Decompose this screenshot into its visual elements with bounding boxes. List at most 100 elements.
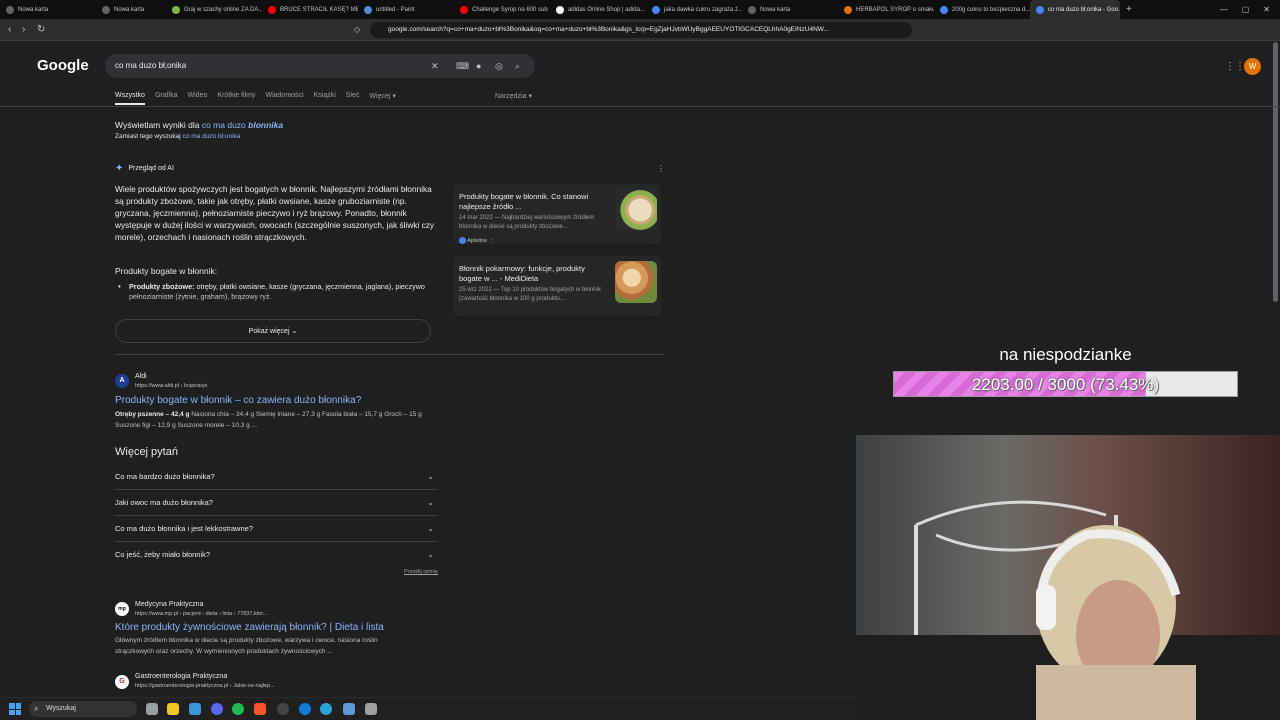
chevron-down-icon: ⌄	[291, 328, 298, 335]
minimize-icon[interactable]: —	[1220, 5, 1228, 14]
card-thumbnail	[615, 189, 657, 231]
paa-question[interactable]: Co ma bardzo dużo błonnika? ⌄	[115, 464, 438, 490]
browser-tab[interactable]: adidas Online Shop | adida...	[550, 0, 646, 19]
search-icon[interactable]: ⌕	[515, 54, 520, 78]
obs-icon[interactable]	[277, 703, 289, 715]
file-explorer-icon[interactable]	[167, 703, 179, 715]
more-options-icon[interactable]: ⋮	[657, 164, 665, 173]
store-icon[interactable]	[189, 703, 201, 715]
edge-icon[interactable]	[299, 703, 311, 715]
source-favicon-icon	[459, 237, 466, 244]
windows-start-icon[interactable]	[9, 703, 21, 715]
google-logo[interactable]: Google	[37, 57, 89, 74]
search-box[interactable]: co ma duzo bł;onika ✕ ⌨ ● ◎ ⌕	[105, 54, 535, 78]
chevron-down-icon: ⌄	[427, 524, 434, 533]
close-icon[interactable]: ✕	[1263, 5, 1270, 14]
address-bar-row: ‹ › ↻ ◇ google.com/search?q=co+ma+duzo+b…	[0, 19, 1280, 41]
paa-question[interactable]: Co ma dużo błonnika i jest lekkostrawne?…	[115, 516, 438, 542]
browser-tab[interactable]: Graj w szachy online ZA DA...	[166, 0, 262, 19]
tab-favicon-icon	[268, 5, 276, 14]
browser-tab[interactable]: Nowa karta	[0, 0, 96, 19]
tab-title: untitled - Paint	[376, 6, 415, 13]
maximize-icon[interactable]: ▢	[1242, 5, 1250, 14]
paa-title: Więcej pytań	[115, 446, 178, 458]
ai-source-card[interactable]: Błonnik pokarmowy: funkcje, produkty bog…	[453, 256, 661, 316]
webcam-image	[856, 435, 1280, 720]
spotify-icon[interactable]	[232, 703, 244, 715]
tab-title: Challenge Syrop na 600 sub	[472, 6, 548, 13]
feedback-link[interactable]: Prześlij opinię	[404, 569, 438, 575]
search-result: mp Medycyna Praktyczna https://www.mp.pl…	[115, 600, 435, 660]
app-icon[interactable]	[365, 703, 377, 715]
search-tab[interactable]: Książki	[314, 92, 336, 105]
original-query-link[interactable]: co ma duzo bł;onika	[183, 133, 241, 140]
search-result: A Aldi https://www.aldi.pl › Inspiracje …	[115, 372, 445, 432]
search-tab[interactable]: Więcej ▾	[369, 92, 395, 105]
taskbar: ⌕ Wyszukaj	[0, 697, 856, 720]
ai-overview-header: ✦ Przegląd od AI	[115, 163, 174, 174]
tab-favicon-icon	[748, 5, 756, 14]
tab-title: Nowa karta	[114, 6, 145, 13]
browser-tab[interactable]: jaka dawka cukru zagraża ż...	[646, 0, 742, 19]
browser-tab[interactable]: 200g cukru to bezpieczna d...	[934, 0, 1030, 19]
tab-strip: Nowa karta Nowa karta Graj w szachy online…	[0, 0, 1280, 19]
result-snippet: Otręby pszenne – 42,4 g Nasiona chia – 3…	[115, 411, 422, 429]
tab-favicon-icon	[844, 5, 852, 14]
search-tab[interactable]: Wszystko	[115, 92, 145, 105]
search-input[interactable]: co ma duzo bł;onika	[115, 61, 186, 70]
browser-tab[interactable]: Nowa karta	[742, 0, 838, 19]
result-title-link[interactable]: Produkty bogate w błonnik – co zawiera d…	[115, 395, 361, 406]
tab-favicon-icon	[652, 5, 660, 14]
search-tab[interactable]: Wiadomości	[265, 92, 303, 105]
notepad-icon[interactable]	[343, 703, 355, 715]
browser-tab[interactable]: BRUCE STRACIŁ KASĘ? MEF...	[262, 0, 358, 19]
tab-favicon-icon	[364, 5, 372, 14]
edge-beta-icon[interactable]	[320, 703, 332, 715]
browser-tab[interactable]: Nowa karta	[96, 0, 166, 19]
new-tab-button[interactable]: +	[1120, 0, 1138, 19]
donation-progress-bar: 2203.00 / 3000 (73.43%)	[893, 371, 1238, 397]
browser-tab[interactable]: Challenge Syrop na 600 sub	[454, 0, 550, 19]
tab-title: adidas Online Shop | adida...	[568, 6, 645, 13]
back-icon[interactable]: ‹	[8, 24, 11, 35]
discord-icon[interactable]	[211, 703, 223, 715]
bookmark-icon[interactable]: ◇	[354, 25, 360, 34]
tab-title: HERBAPOL SYROP o smaku ...	[856, 6, 934, 13]
ai-source-card[interactable]: Produkty bogate w błonnik. Co stanowi na…	[453, 184, 661, 244]
browser-tab[interactable]: co ma duzo bł;onika - Goo...✕	[1030, 0, 1120, 19]
search-tab[interactable]: Krótkie filmy	[217, 92, 255, 105]
lens-icon[interactable]: ◎	[495, 54, 503, 78]
chevron-down-icon: ⌄	[427, 550, 434, 559]
tab-title: 200g cukru to bezpieczna d...	[952, 6, 1030, 13]
scrollbar[interactable]	[1273, 42, 1278, 302]
tab-favicon-icon	[940, 5, 948, 14]
brave-icon[interactable]	[254, 703, 266, 715]
tab-favicon-icon	[556, 5, 564, 14]
keyboard-icon[interactable]: ⌨	[456, 54, 469, 78]
reload-icon[interactable]: ↻	[37, 24, 45, 35]
corrected-query-link[interactable]: co ma duzo blonnika	[202, 120, 283, 130]
url-field[interactable]: google.com/search?q=co+ma+duzo+bł%3Bonik…	[370, 22, 912, 38]
paa-question[interactable]: Co jeść, żeby miało błonnik? ⌄	[115, 542, 438, 568]
search-icon: ⌕	[34, 704, 39, 713]
tab-title: BRUCE STRACIŁ KASĘ? MEF...	[280, 6, 358, 13]
tools-button[interactable]: Narzędzia ▾	[495, 92, 532, 100]
avatar[interactable]: W	[1244, 58, 1261, 75]
browser-tab[interactable]: untitled - Paint	[358, 0, 454, 19]
search-tab[interactable]: Grafika	[155, 92, 178, 105]
search-tab[interactable]: Sieć	[346, 92, 360, 105]
search-tab[interactable]: Wideo	[188, 92, 208, 105]
task-view-icon[interactable]	[146, 703, 158, 715]
divider	[115, 354, 665, 355]
tab-title: Nowa karta	[760, 6, 791, 13]
result-title-link[interactable]: Które produkty żywnościowe zawierają bło…	[115, 622, 384, 633]
forward-icon[interactable]: ›	[22, 24, 25, 35]
show-more-button[interactable]: Pokaż więcej ⌄	[115, 319, 431, 343]
paa-question[interactable]: Jaki owoc ma dużo błonnika? ⌄	[115, 490, 438, 516]
mic-icon[interactable]: ●	[476, 54, 481, 78]
tab-favicon-icon	[1036, 5, 1044, 14]
browser-tab[interactable]: HERBAPOL SYROP o smaku ...	[838, 0, 934, 19]
url-text: google.com/search?q=co+ma+duzo+bł%3Bonik…	[388, 26, 829, 33]
clear-icon[interactable]: ✕	[431, 54, 439, 78]
taskbar-search[interactable]: ⌕ Wyszukaj	[29, 701, 137, 717]
